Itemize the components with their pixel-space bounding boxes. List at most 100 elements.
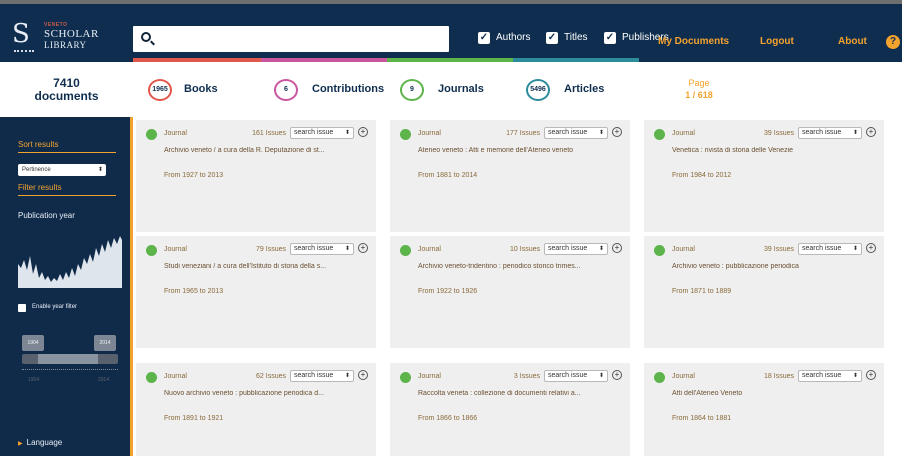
help-icon[interactable]: ? bbox=[886, 35, 900, 49]
pagination[interactable]: Page 1 / 618 bbox=[676, 77, 722, 101]
card-title[interactable]: Ateneo veneto : Atti e memorie dell'Aten… bbox=[418, 147, 624, 154]
publication-year-label: Publication year bbox=[18, 211, 75, 220]
add-icon[interactable]: + bbox=[866, 370, 876, 380]
color-strip-books bbox=[133, 58, 261, 62]
select-arrows-icon: ⬍ bbox=[344, 246, 350, 252]
sidebar-divider bbox=[18, 152, 116, 153]
add-icon[interactable]: + bbox=[866, 243, 876, 253]
add-icon[interactable]: + bbox=[612, 243, 622, 253]
result-card[interactable]: Journal 18 Issues search issue ⬍ + Atti d… bbox=[644, 363, 884, 456]
sort-results-heading: Sort results bbox=[18, 140, 59, 149]
search-icon bbox=[141, 32, 151, 42]
result-card[interactable]: Journal 3 Issues search issue ⬍ + Raccolt… bbox=[390, 363, 630, 456]
select-arrows-icon: ⬍ bbox=[598, 246, 604, 252]
select-arrows-icon: ⬍ bbox=[344, 373, 350, 379]
card-title[interactable]: Venetica : rivista di storia delle Venez… bbox=[672, 147, 878, 154]
card-title[interactable]: Atti dell'Ateneo Veneto bbox=[672, 390, 878, 397]
search-issue-select[interactable]: search issue ⬍ bbox=[798, 127, 862, 139]
logout-link[interactable]: Logout bbox=[760, 36, 794, 47]
card-date-range: From 1871 to 1889 bbox=[672, 288, 732, 295]
card-date-range: From 1965 to 2013 bbox=[164, 288, 224, 295]
authors-checkbox-label: Authors bbox=[496, 32, 531, 43]
sort-select[interactable]: Pertinence ⬍ bbox=[18, 164, 106, 176]
card-title[interactable]: Raccolta veneta : collezione di document… bbox=[418, 390, 624, 397]
search-issue-select[interactable]: search issue ⬍ bbox=[290, 127, 354, 139]
my-documents-link[interactable]: My Documents bbox=[658, 36, 729, 47]
facet-articles-label: Articles bbox=[564, 83, 605, 95]
language-label: Language bbox=[26, 438, 63, 447]
result-card[interactable]: Journal 79 Issues search issue ⬍ + Studi … bbox=[136, 236, 376, 348]
card-date-range: From 1984 to 2012 bbox=[672, 172, 732, 179]
filter-results-heading: Filter results bbox=[18, 183, 62, 192]
logo-word-library: LIBRARY bbox=[44, 40, 87, 50]
result-card[interactable]: Journal 161 Issues search issue ⬍ + Archi… bbox=[136, 120, 376, 232]
result-card[interactable]: Journal 177 Issues search issue ⬍ + Atene… bbox=[390, 120, 630, 232]
add-icon[interactable]: + bbox=[358, 243, 368, 253]
card-issue-count: 3 Issues bbox=[513, 373, 540, 380]
search-input[interactable] bbox=[159, 29, 443, 49]
filter-sidebar: Sort results Pertinence ⬍ Filter results… bbox=[0, 117, 133, 456]
add-icon[interactable]: + bbox=[612, 127, 622, 137]
about-link[interactable]: About bbox=[838, 36, 867, 47]
card-type: Journal bbox=[672, 373, 695, 380]
result-card[interactable]: Journal 10 Issues search issue ⬍ + Archiv… bbox=[390, 236, 630, 348]
card-issue-count: 79 Issues bbox=[256, 246, 286, 253]
search-issue-value: search issue bbox=[548, 372, 588, 379]
app-logo[interactable]: S VENETO SCHOLAR LIBRARY bbox=[12, 20, 98, 56]
search-issue-select[interactable]: search issue ⬍ bbox=[798, 370, 862, 382]
journal-type-icon bbox=[146, 372, 157, 383]
search-issue-value: search issue bbox=[548, 129, 588, 136]
card-issue-count: 39 Issues bbox=[764, 246, 794, 253]
document-count-value: 7410 bbox=[53, 76, 80, 90]
search-issue-select[interactable]: search issue ⬍ bbox=[290, 243, 354, 255]
search-issue-value: search issue bbox=[548, 245, 588, 252]
card-date-range: From 1881 to 2014 bbox=[418, 172, 478, 179]
search-issue-select[interactable]: search issue ⬍ bbox=[544, 243, 608, 255]
card-issue-count: 39 Issues bbox=[764, 130, 794, 137]
card-title[interactable]: Archivio veneto / a cura della R. Deputa… bbox=[164, 147, 370, 154]
card-issue-count: 10 Issues bbox=[510, 246, 540, 253]
select-arrows-icon: ⬍ bbox=[344, 130, 350, 136]
search-issue-select[interactable]: search issue ⬍ bbox=[798, 243, 862, 255]
journal-type-icon bbox=[146, 129, 157, 140]
add-icon[interactable]: + bbox=[358, 370, 368, 380]
journal-type-icon bbox=[146, 245, 157, 256]
facet-journals-count: 9 bbox=[400, 79, 424, 101]
card-date-range: From 1922 to 1926 bbox=[418, 288, 478, 295]
facet-articles-count: 5496 bbox=[526, 79, 550, 101]
enable-year-filter-checkbox[interactable] bbox=[18, 304, 26, 312]
search-issue-select[interactable]: search issue ⬍ bbox=[544, 370, 608, 382]
card-title[interactable]: Archivio veneto-tridentino : periodico s… bbox=[418, 263, 624, 270]
result-card[interactable]: Journal 62 Issues search issue ⬍ + Nuovo … bbox=[136, 363, 376, 456]
slider-ticks bbox=[22, 369, 118, 375]
card-title[interactable]: Nuovo archivio veneto : pubblicazione pe… bbox=[164, 390, 370, 397]
logo-word-scholar: SCHOLAR bbox=[44, 28, 99, 40]
journal-type-icon bbox=[654, 372, 665, 383]
search-issue-select[interactable]: search issue ⬍ bbox=[544, 127, 608, 139]
facet-books-count: 1965 bbox=[148, 79, 172, 101]
search-box[interactable] bbox=[133, 26, 449, 52]
caret-right-icon: ▶ bbox=[18, 441, 23, 447]
journal-type-icon bbox=[400, 129, 411, 140]
add-icon[interactable]: + bbox=[866, 127, 876, 137]
year-range-slider[interactable]: 1904 2014 1904 2014 bbox=[18, 322, 122, 392]
add-icon[interactable]: + bbox=[612, 370, 622, 380]
result-card[interactable]: Journal 39 Issues search issue ⬍ + Archiv… bbox=[644, 236, 884, 348]
result-card[interactable]: Journal 39 Issues search issue ⬍ + Veneti… bbox=[644, 120, 884, 232]
document-count: 7410 documents bbox=[0, 62, 133, 117]
color-strip-contributions bbox=[261, 58, 387, 62]
card-type: Journal bbox=[418, 130, 441, 137]
slider-min-label: 1904 bbox=[28, 377, 40, 383]
add-icon[interactable]: + bbox=[358, 127, 368, 137]
card-title[interactable]: Studi veneziani / a cura dell'Istituto d… bbox=[164, 263, 370, 270]
sort-select-value: Pertinence bbox=[22, 167, 51, 173]
search-issue-select[interactable]: search issue ⬍ bbox=[290, 370, 354, 382]
card-type: Journal bbox=[672, 246, 695, 253]
card-type: Journal bbox=[418, 373, 441, 380]
slider-handle-to[interactable]: 2014 bbox=[94, 335, 116, 351]
card-title[interactable]: Archivio veneto : pubblicazione periodic… bbox=[672, 263, 878, 270]
language-filter-toggle[interactable]: ▶ Language bbox=[18, 438, 62, 447]
card-issue-count: 62 Issues bbox=[256, 373, 286, 380]
search-issue-value: search issue bbox=[802, 245, 842, 252]
slider-handle-from[interactable]: 1904 bbox=[22, 335, 44, 351]
